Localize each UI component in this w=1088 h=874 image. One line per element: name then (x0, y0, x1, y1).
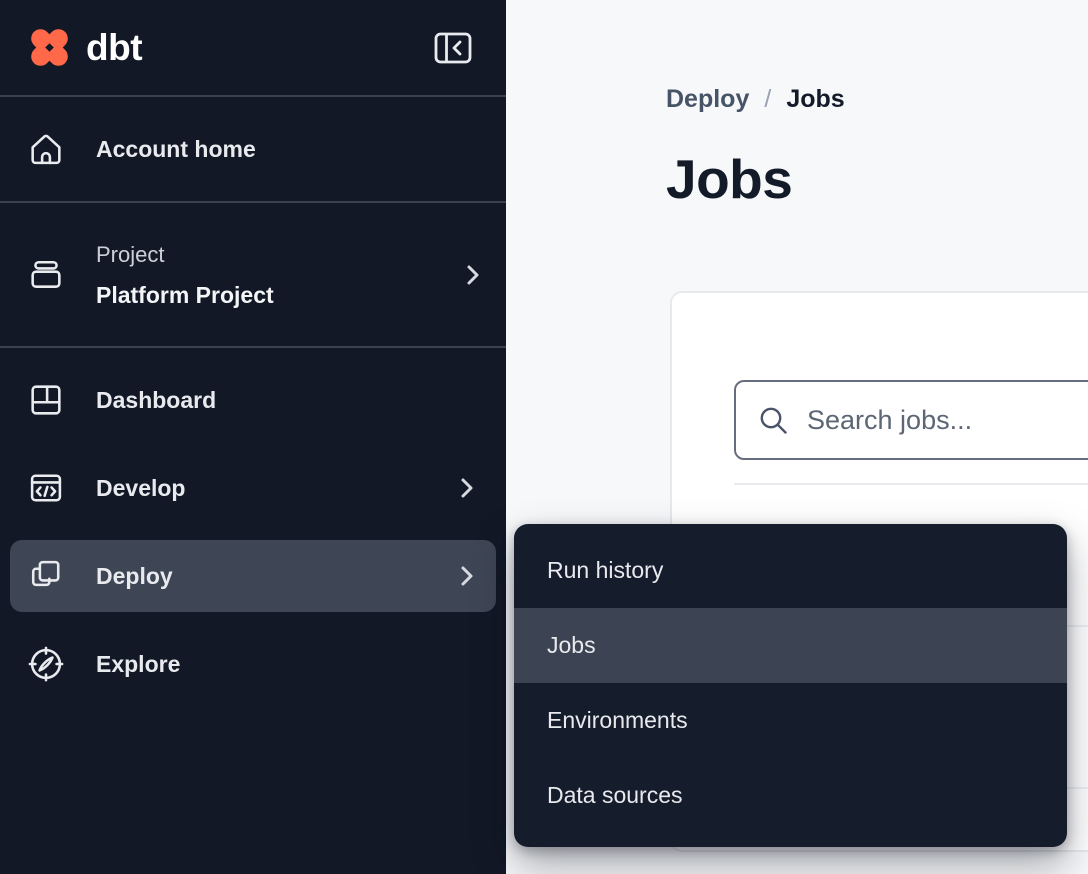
panel-collapse-icon (434, 32, 472, 64)
develop-icon (26, 468, 66, 508)
sidebar-item-dashboard[interactable]: Dashboard (10, 356, 496, 444)
breadcrumb-deploy[interactable]: Deploy (666, 85, 749, 114)
submenu-item-jobs[interactable]: Jobs (514, 608, 1067, 683)
divider (734, 483, 1088, 485)
project-label: Project (96, 235, 274, 275)
sidebar-nav: Dashboard Develop (0, 348, 506, 708)
breadcrumb: Deploy / Jobs (666, 85, 845, 114)
chevron-right-icon (460, 476, 474, 500)
search-box (734, 380, 1088, 460)
deploy-submenu: Run history Jobs Environments Data sourc… (514, 524, 1067, 847)
breadcrumb-separator: / (764, 85, 771, 114)
collapse-sidebar-button[interactable] (434, 32, 472, 64)
chevron-right-icon (460, 564, 474, 588)
sidebar: dbt Account home (0, 0, 506, 874)
submenu-item-data-sources[interactable]: Data sources (514, 758, 1067, 833)
chevron-right-icon (466, 263, 480, 287)
dashboard-icon (26, 380, 66, 420)
sidebar-item-account-home[interactable]: Account home (0, 97, 506, 201)
project-name: Platform Project (96, 275, 274, 315)
submenu-item-run-history[interactable]: Run history (514, 533, 1067, 608)
sidebar-item-label: Account home (96, 136, 256, 163)
search-icon (758, 405, 789, 436)
submenu-item-environments[interactable]: Environments (514, 683, 1067, 758)
home-icon (26, 129, 66, 169)
sidebar-item-deploy[interactable]: Deploy (10, 540, 496, 612)
search-jobs-input[interactable] (807, 405, 1088, 436)
sidebar-header: dbt (0, 0, 506, 95)
page-title: Jobs (666, 147, 792, 211)
app-root: dbt Account home (0, 0, 1088, 874)
breadcrumb-current: Jobs (786, 85, 844, 114)
sidebar-item-develop[interactable]: Develop (10, 444, 496, 532)
sidebar-item-project[interactable]: Project Platform Project (0, 203, 506, 346)
sidebar-item-label: Deploy (96, 563, 173, 590)
project-icon (26, 255, 66, 295)
explore-icon (26, 644, 66, 684)
sidebar-item-label: Develop (96, 475, 185, 502)
dbt-logo[interactable]: dbt (26, 24, 142, 71)
deploy-icon (26, 556, 66, 596)
sidebar-item-label: Dashboard (96, 387, 216, 414)
sidebar-item-explore[interactable]: Explore (10, 620, 496, 708)
dbt-logo-icon (26, 24, 73, 71)
sidebar-item-label: Explore (96, 651, 180, 678)
brand-name: dbt (86, 27, 142, 69)
